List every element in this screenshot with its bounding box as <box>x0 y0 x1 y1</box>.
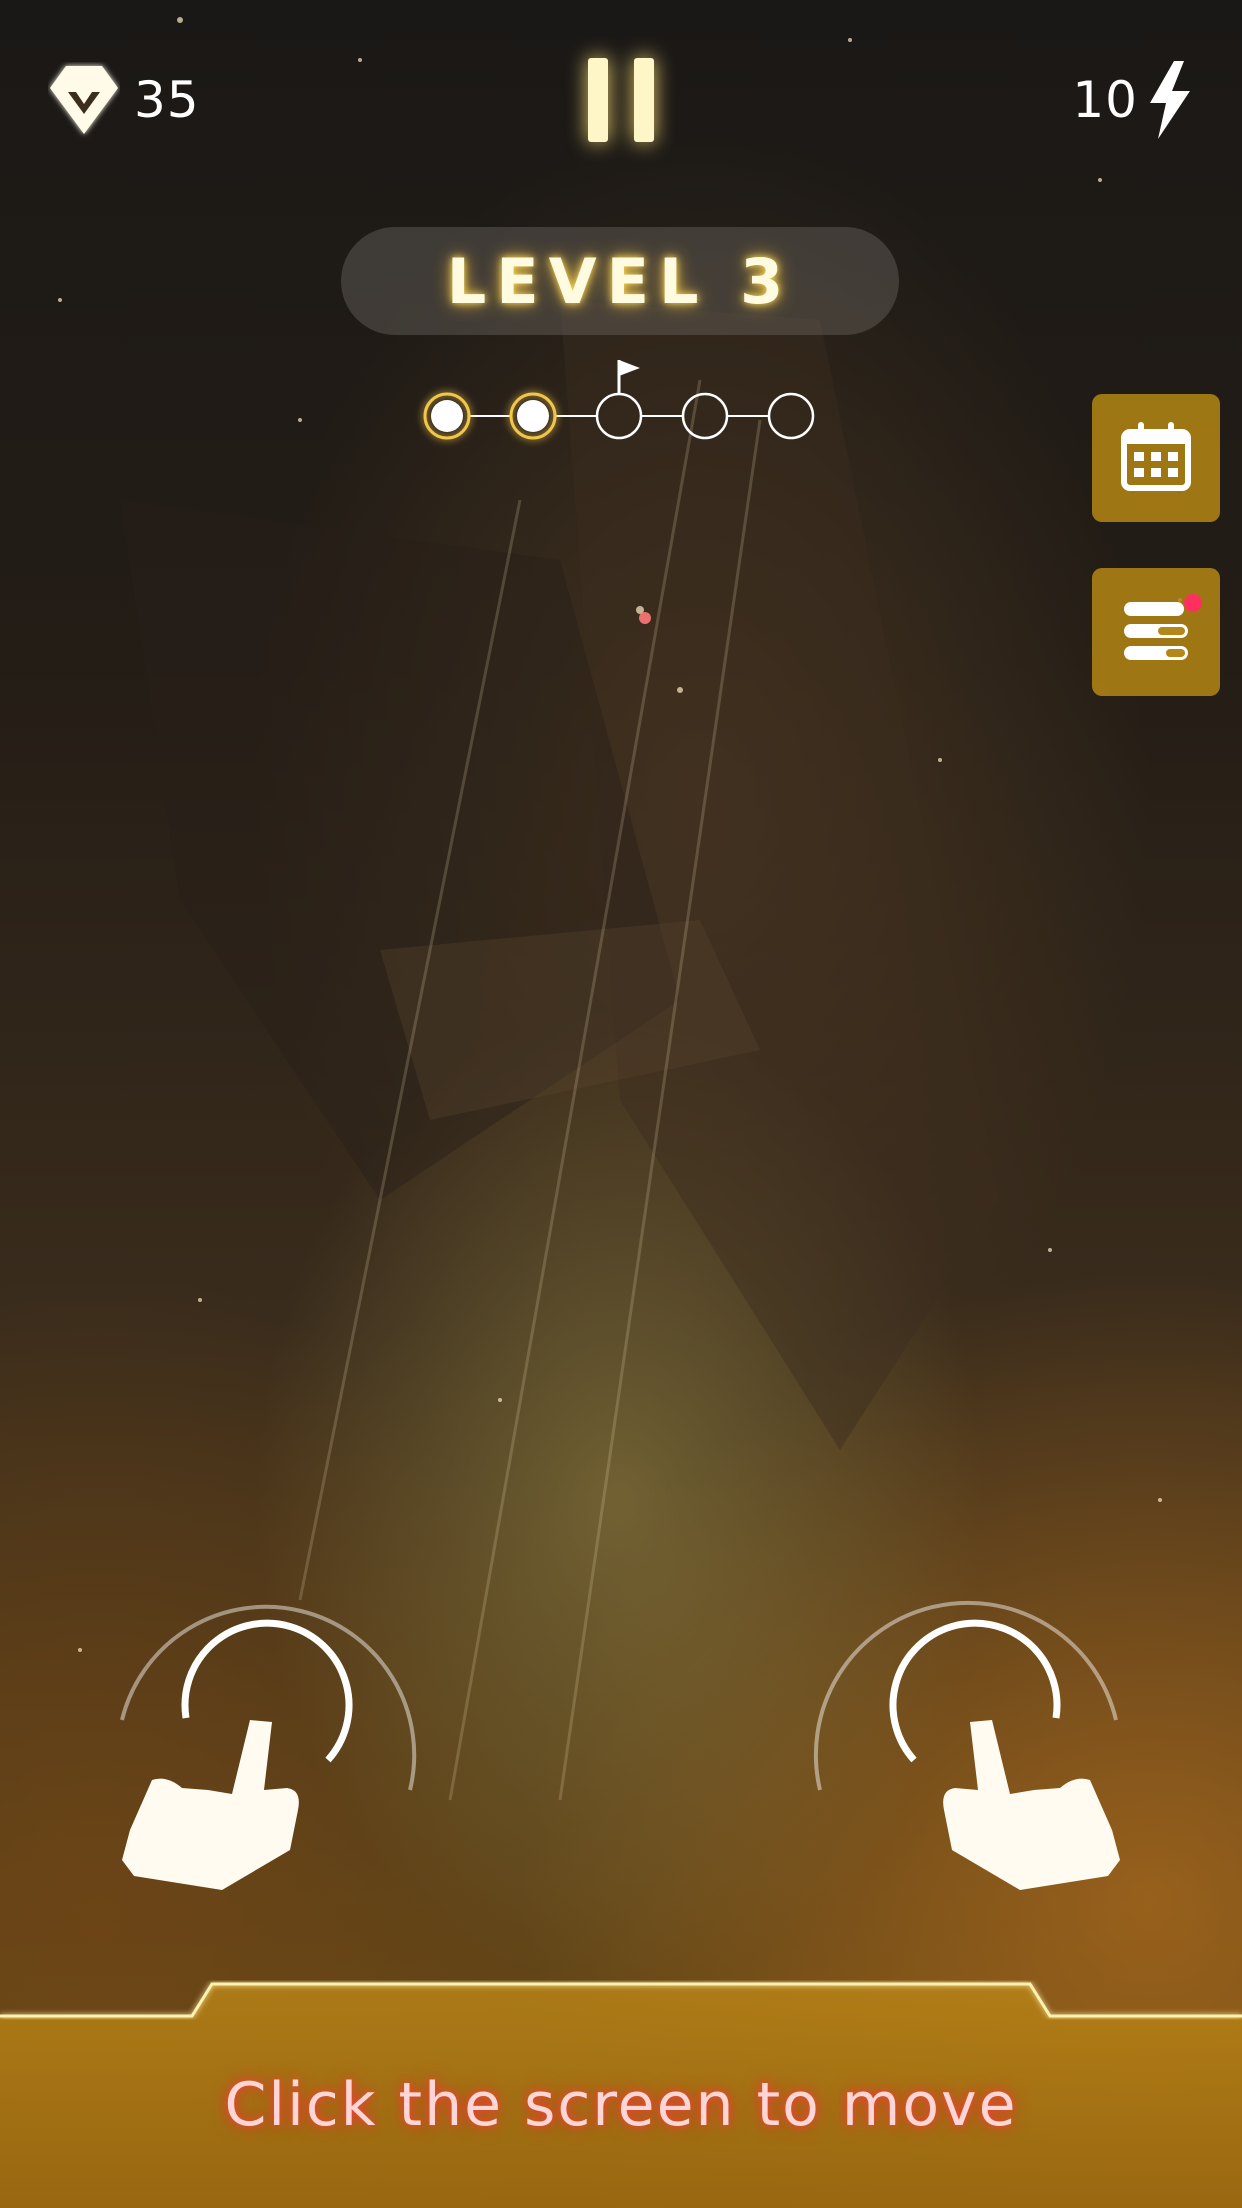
pause-button[interactable] <box>588 58 654 142</box>
gem-count: 35 <box>134 71 200 129</box>
calendar-icon <box>1121 422 1191 491</box>
tasks-button[interactable] <box>1092 568 1220 696</box>
progress-node-4 <box>681 392 729 440</box>
move-hint-text: Click the screen to move <box>224 2070 1018 2140</box>
energy-count: 10 <box>1072 71 1138 129</box>
gem-counter: 35 <box>48 60 200 140</box>
progress-node-1 <box>423 392 471 440</box>
hand-tap-right-icon <box>943 1720 1120 1890</box>
notification-dot <box>1184 594 1202 612</box>
level-banner: LEVEL 3 <box>341 227 899 335</box>
flag-icon <box>617 360 640 394</box>
tap-right-zone[interactable] <box>810 1550 1130 1890</box>
daily-calendar-button[interactable] <box>1092 394 1220 522</box>
progress-node-3 <box>595 392 643 440</box>
pause-icon-bar-left <box>588 58 608 142</box>
lightning-bolt-icon <box>1150 61 1190 139</box>
pause-icon-bar-right <box>634 58 654 142</box>
level-progress <box>423 360 815 440</box>
progress-node-2 <box>509 392 557 440</box>
hand-tap-left-icon <box>122 1720 299 1890</box>
tap-left-zone[interactable] <box>112 1550 432 1890</box>
progress-node-5 <box>767 392 815 440</box>
energy-counter: 10 <box>1072 60 1194 140</box>
level-title: LEVEL 3 <box>446 244 794 318</box>
task-list-icon <box>1124 602 1188 660</box>
diamond-icon <box>50 66 118 134</box>
